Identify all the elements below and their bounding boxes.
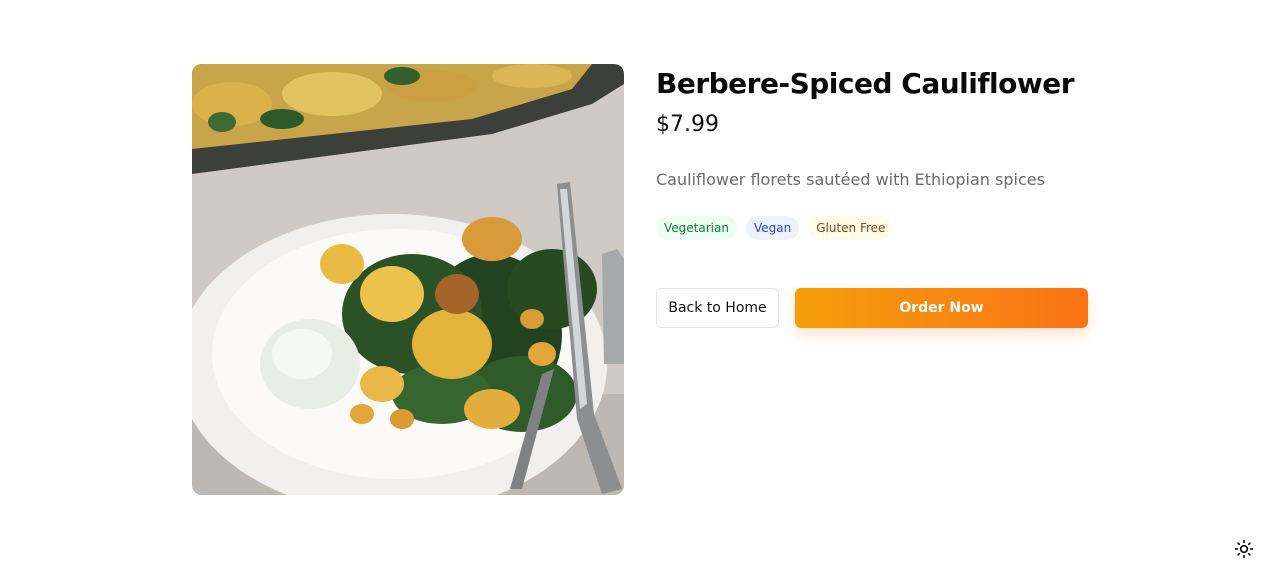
action-buttons: Back to Home Order Now <box>656 288 1088 328</box>
tag-vegetarian: Vegetarian <box>656 216 737 240</box>
product-image <box>192 64 624 495</box>
order-now-button[interactable]: Order Now <box>795 288 1088 328</box>
theme-toggle-button[interactable] <box>1232 537 1256 561</box>
product-title: Berbere-Spiced Cauliflower <box>656 67 1075 100</box>
product-price: $7.99 <box>656 112 719 137</box>
sun-icon <box>1234 539 1254 559</box>
tag-gluten-free: Gluten Free <box>808 216 894 240</box>
tag-vegan: Vegan <box>745 216 800 240</box>
dietary-tags: Vegetarian Vegan Gluten Free <box>656 216 894 240</box>
back-to-home-button[interactable]: Back to Home <box>656 288 779 328</box>
product-detail: Berbere-Spiced Cauliflower $7.99 Caulifl… <box>192 64 1092 496</box>
product-description: Cauliflower florets sautéed with Ethiopi… <box>656 170 1045 189</box>
